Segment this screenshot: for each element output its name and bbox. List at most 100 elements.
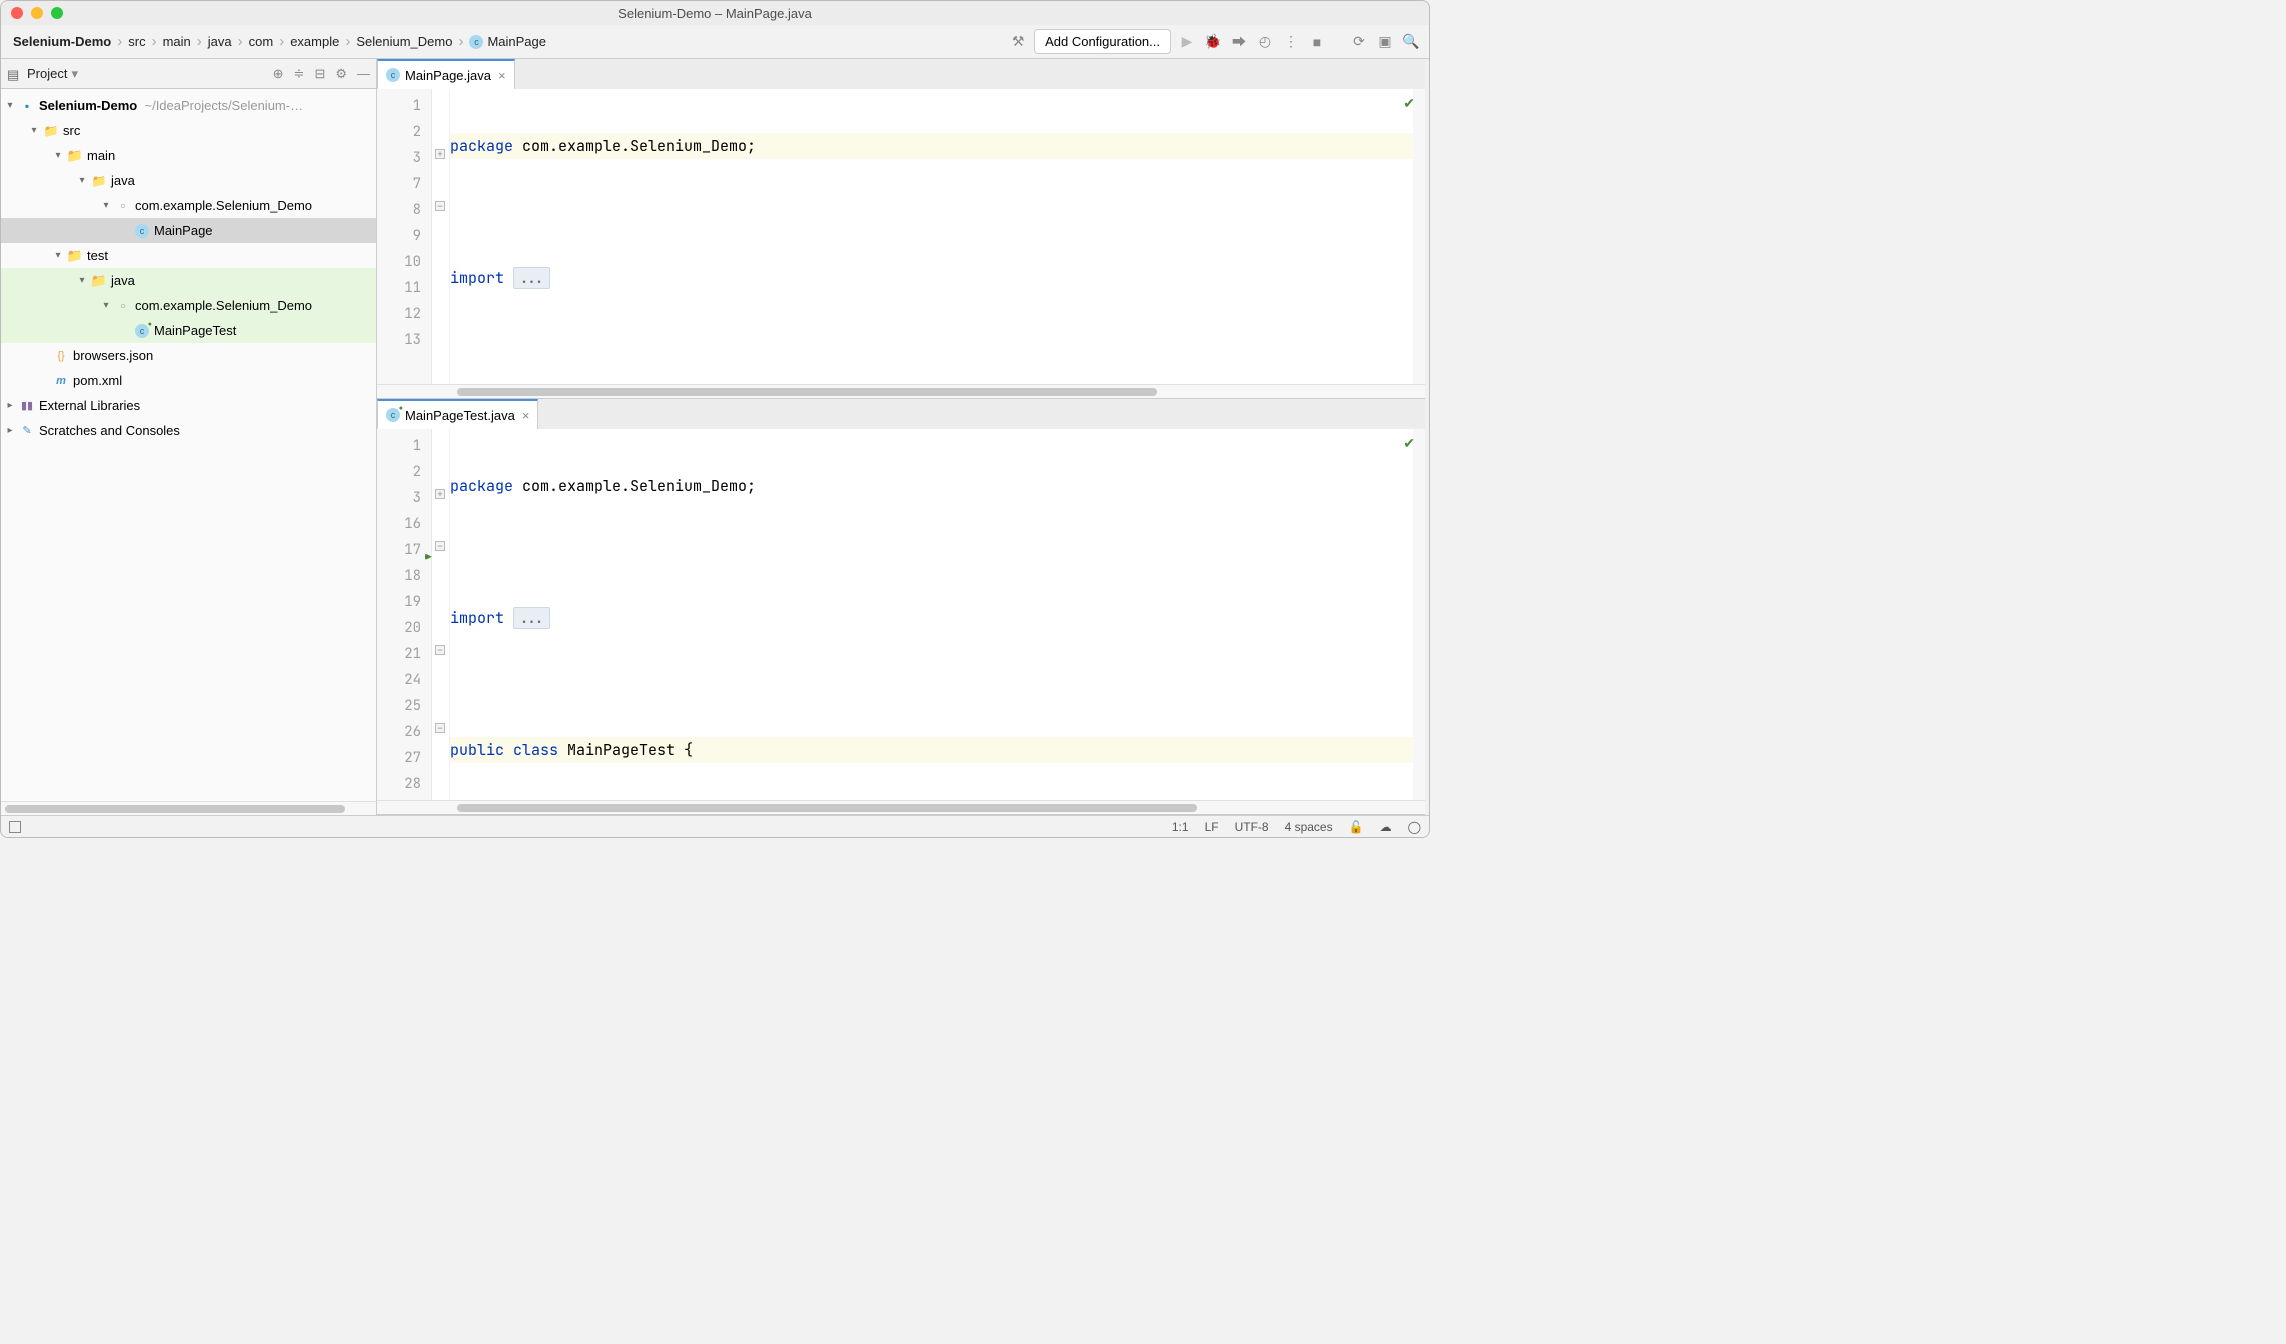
editor-tabs-top: c MainPage.java × bbox=[377, 59, 1425, 89]
run-icon[interactable]: ▶ bbox=[1177, 32, 1197, 52]
add-config-button[interactable]: Add Configuration... bbox=[1034, 29, 1171, 54]
tree-pkg-test[interactable]: ▾ ▫ com.example.Selenium_Demo bbox=[1, 293, 376, 318]
close-tab-icon[interactable]: × bbox=[498, 68, 506, 83]
build-icon[interactable]: ⚒ bbox=[1008, 32, 1028, 52]
sidebar-title[interactable]: Project bbox=[27, 66, 67, 81]
code-area-bottom[interactable]: 1 2 3 16 17 18 19 20 21 24 25 26 27 28 bbox=[377, 429, 1425, 800]
expand-icon[interactable]: ≑ bbox=[294, 66, 305, 82]
tab-mainpage[interactable]: c MainPage.java × bbox=[377, 59, 515, 89]
editor-bottom-hscroll[interactable] bbox=[377, 800, 1425, 814]
fold-import-icon[interactable]: + bbox=[435, 489, 445, 499]
tree-browsers-json[interactable]: {} browsers.json bbox=[1, 343, 376, 368]
indent[interactable]: 4 spaces bbox=[1285, 820, 1333, 834]
tree-scratches[interactable]: ▸ ✎ Scratches and Consoles bbox=[1, 418, 376, 443]
config-icon[interactable]: ▣ bbox=[1375, 32, 1395, 52]
encoding[interactable]: UTF-8 bbox=[1235, 820, 1269, 834]
vscroll-top[interactable] bbox=[1413, 89, 1425, 384]
coverage-icon[interactable]: ⮕ bbox=[1229, 32, 1249, 52]
debug-icon[interactable]: 🐞 bbox=[1203, 32, 1223, 52]
close-tab-icon[interactable]: × bbox=[522, 408, 530, 423]
fold-method-icon[interactable]: − bbox=[435, 645, 445, 655]
lock-icon[interactable]: 🔓 bbox=[1349, 820, 1364, 834]
package-icon: ▫ bbox=[115, 198, 131, 214]
sync-status-icon[interactable]: ☁ bbox=[1380, 820, 1392, 834]
fold-import-icon[interactable]: + bbox=[435, 149, 445, 159]
zoom-icon[interactable] bbox=[51, 7, 63, 19]
right-rail bbox=[1425, 59, 1429, 815]
tab-mainpagetest[interactable]: c● MainPageTest.java × bbox=[377, 399, 538, 429]
chevron-icon: › bbox=[150, 33, 159, 50]
folder-icon: 📁 bbox=[43, 123, 59, 139]
tree-test[interactable]: ▾ 📁 test bbox=[1, 243, 376, 268]
sidebar-header: ▤ Project ▾ ⊕ ≑ ⊟ ⚙ — bbox=[1, 59, 376, 89]
tree-root[interactable]: ▾ ▪ Selenium-Demo ~/IdeaProjects/Seleniu… bbox=[1, 93, 376, 118]
class-icon: c● bbox=[386, 408, 400, 422]
scratches-icon: ✎ bbox=[19, 423, 35, 439]
sync-icon[interactable]: ⟳ bbox=[1349, 32, 1369, 52]
profile-icon[interactable]: ◴ bbox=[1255, 32, 1275, 52]
chevron-icon: › bbox=[236, 33, 245, 50]
project-icon: ▤ bbox=[7, 67, 21, 81]
json-icon: {} bbox=[53, 348, 69, 364]
editor-mainpage: c MainPage.java × 1 2 3 7 8 9 10 11 bbox=[377, 59, 1425, 399]
folder-icon: 📁 bbox=[67, 148, 83, 164]
crumb-com[interactable]: com bbox=[245, 34, 278, 49]
source-folder-icon: 📁 bbox=[91, 173, 107, 189]
folder-icon: 📁 bbox=[67, 248, 83, 264]
dropdown-icon[interactable]: ▾ bbox=[71, 66, 78, 82]
minimize-icon[interactable] bbox=[31, 7, 43, 19]
chevron-icon: › bbox=[456, 33, 465, 50]
code-bottom[interactable]: package com.example.Selenium_Demo; impor… bbox=[450, 429, 1413, 800]
tool-window-icon[interactable] bbox=[9, 821, 21, 833]
target-icon[interactable]: ⊕ bbox=[273, 66, 284, 82]
cursor-position[interactable]: 1:1 bbox=[1172, 820, 1189, 834]
gear-icon[interactable]: ⚙ bbox=[335, 66, 347, 82]
fold-class-icon[interactable]: − bbox=[435, 541, 445, 551]
close-icon[interactable] bbox=[11, 7, 23, 19]
crumb-pkg[interactable]: Selenium_Demo bbox=[352, 34, 456, 49]
hide-icon[interactable]: — bbox=[357, 66, 370, 82]
crumb-main[interactable]: main bbox=[159, 34, 195, 49]
check-icon[interactable]: ✔ bbox=[1403, 95, 1415, 112]
crumb-file[interactable]: cMainPage bbox=[465, 34, 550, 50]
vscroll-bottom[interactable] bbox=[1413, 429, 1425, 800]
gutter-top: 1 2 3 7 8 9 10 11 12 13 bbox=[377, 89, 432, 384]
stop-icon[interactable]: ■ bbox=[1307, 32, 1327, 52]
tree-java-test[interactable]: ▾ 📁 java bbox=[1, 268, 376, 293]
divider-icon[interactable]: ⊟ bbox=[314, 66, 325, 82]
fold-class-icon[interactable]: − bbox=[435, 201, 445, 211]
tree-pom-xml[interactable]: m pom.xml bbox=[1, 368, 376, 393]
crumb-project[interactable]: Selenium-Demo bbox=[9, 34, 115, 49]
editor-mainpagetest: c● MainPageTest.java × 1 2 3 16 17 18 19 bbox=[377, 399, 1425, 815]
tree-java-main[interactable]: ▾ 📁 java bbox=[1, 168, 376, 193]
chevron-icon: › bbox=[343, 33, 352, 50]
tree-mainpage[interactable]: c MainPage bbox=[1, 218, 376, 243]
crumb-example[interactable]: example bbox=[286, 34, 343, 49]
body: ▤ Project ▾ ⊕ ≑ ⊟ ⚙ — ▾ ▪ Selenium-Demo … bbox=[1, 59, 1429, 815]
tree-external-libraries[interactable]: ▸ ▮▮ External Libraries bbox=[1, 393, 376, 418]
chevron-icon: › bbox=[195, 33, 204, 50]
crumb-src[interactable]: src bbox=[124, 34, 149, 49]
breadcrumbs: Selenium-Demo › src › main › java › com … bbox=[9, 33, 550, 50]
notifications-icon[interactable]: ◯ bbox=[1408, 820, 1421, 834]
line-separator[interactable]: LF bbox=[1205, 820, 1219, 834]
tree-mainpagetest[interactable]: c● MainPageTest bbox=[1, 318, 376, 343]
code-area-top[interactable]: 1 2 3 7 8 9 10 11 12 13 + − bbox=[377, 89, 1425, 384]
project-tree[interactable]: ▾ ▪ Selenium-Demo ~/IdeaProjects/Seleniu… bbox=[1, 89, 376, 801]
fold-rail-top: + − bbox=[432, 89, 450, 384]
tree-src[interactable]: ▾ 📁 src bbox=[1, 118, 376, 143]
class-icon: c bbox=[135, 224, 149, 238]
fold-method-icon[interactable]: − bbox=[435, 723, 445, 733]
sidebar-hscroll[interactable] bbox=[1, 801, 376, 815]
tree-main[interactable]: ▾ 📁 main bbox=[1, 143, 376, 168]
editor-top-hscroll[interactable] bbox=[377, 384, 1425, 398]
navbar: Selenium-Demo › src › main › java › com … bbox=[1, 25, 1429, 59]
search-icon[interactable]: 🔍 bbox=[1401, 32, 1421, 52]
check-icon[interactable]: ✔ bbox=[1403, 435, 1415, 452]
code-top[interactable]: package com.example.Selenium_Demo; impor… bbox=[450, 89, 1413, 384]
maven-icon: m bbox=[53, 373, 69, 389]
crumb-java[interactable]: java bbox=[204, 34, 236, 49]
tree-pkg-main[interactable]: ▾ ▫ com.example.Selenium_Demo bbox=[1, 193, 376, 218]
class-icon: c bbox=[469, 35, 483, 49]
attach-icon[interactable]: ⋮ bbox=[1281, 32, 1301, 52]
